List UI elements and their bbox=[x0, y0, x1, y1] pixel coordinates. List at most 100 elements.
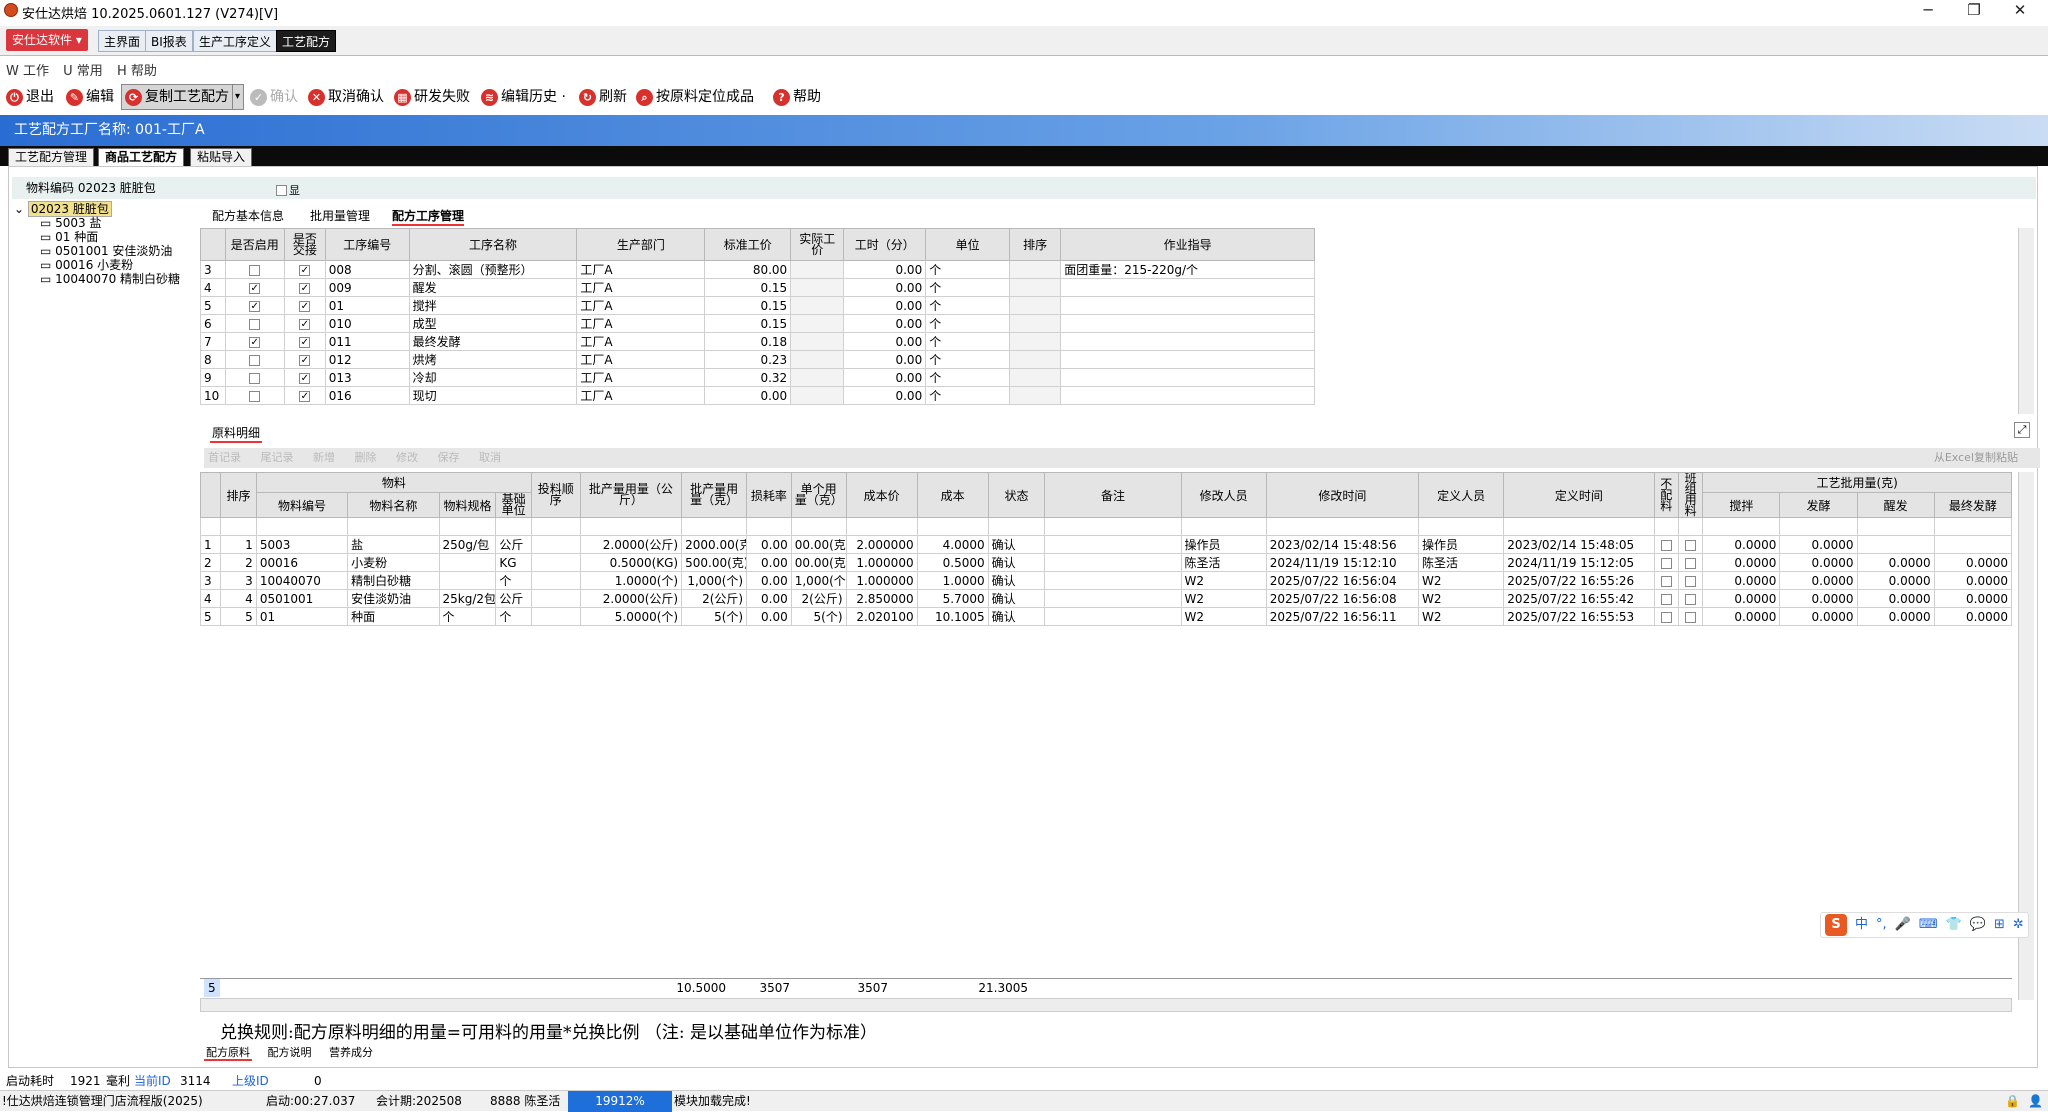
cell-name[interactable]: 小麦粉 bbox=[347, 553, 440, 572]
tree-root[interactable]: ⌄ 02023 脏脏包 bbox=[14, 201, 200, 217]
cell-kg[interactable]: 1.0000(个) bbox=[579, 571, 683, 590]
cell-spec[interactable] bbox=[438, 571, 497, 590]
cell-c1[interactable]: 0.0000 bbox=[1702, 553, 1781, 572]
col-loss-rate[interactable]: 损耗率 bbox=[746, 472, 792, 518]
cell-time[interactable]: 0.00 bbox=[843, 278, 927, 297]
cell-c3[interactable]: 0.0000 bbox=[1856, 589, 1935, 608]
cell-dept[interactable]: 工厂A bbox=[576, 314, 706, 333]
checkbox[interactable] bbox=[249, 390, 261, 402]
last-record-button[interactable]: 尾记录 bbox=[261, 451, 294, 464]
table-row[interactable]: 7 ✓ ✓ 011 最终发酵 工厂A 0.18 0.00 个 bbox=[200, 332, 1315, 351]
cell-cost[interactable]: 5.7000 bbox=[916, 589, 989, 608]
checkbox[interactable] bbox=[1685, 575, 1697, 587]
checkbox[interactable] bbox=[249, 354, 261, 366]
excel-paste-button[interactable]: 从Excel复制粘贴 bbox=[1934, 448, 2018, 468]
cell-single[interactable]: 1,000(个) bbox=[790, 571, 847, 590]
cell-c1[interactable]: 0.0000 bbox=[1702, 607, 1781, 626]
cell-std[interactable]: 0.18 bbox=[704, 332, 792, 351]
cell-handover[interactable]: ✓ bbox=[283, 296, 326, 315]
cell-idx[interactable]: 5 bbox=[200, 607, 222, 626]
cell-act[interactable] bbox=[790, 278, 845, 297]
tree-item[interactable]: ▭ 00016 小麦粉 bbox=[14, 258, 200, 272]
cell-c3[interactable] bbox=[1856, 535, 1935, 554]
cell-unit[interactable]: 个 bbox=[925, 260, 1011, 279]
cell-name[interactable]: 现切 bbox=[408, 386, 578, 405]
cell-sort[interactable] bbox=[1009, 350, 1062, 369]
checkbox[interactable] bbox=[1685, 557, 1697, 569]
col-modify-time[interactable]: 修改时间 bbox=[1265, 472, 1420, 518]
cell-code[interactable]: 009 bbox=[324, 278, 410, 297]
col-define-time[interactable]: 定义时间 bbox=[1503, 472, 1655, 518]
cell-name[interactable]: 种面 bbox=[347, 607, 440, 626]
cell-sort[interactable]: 5 bbox=[220, 607, 257, 626]
cell-spec[interactable] bbox=[438, 553, 497, 572]
delete-button[interactable]: 删除 bbox=[355, 451, 377, 464]
col-single-usage[interactable]: 单个用量（克） bbox=[790, 472, 847, 518]
filter-row[interactable] bbox=[200, 517, 2012, 536]
col-std-price[interactable]: 标准工价 bbox=[704, 228, 792, 261]
cell-time[interactable]: 0.00 bbox=[843, 314, 927, 333]
cell-idx[interactable]: 3 bbox=[200, 260, 226, 279]
cell-unit[interactable]: 个 bbox=[495, 607, 532, 626]
col-dept[interactable]: 生产部门 bbox=[576, 228, 706, 261]
col-material-name[interactable]: 物料名称 bbox=[347, 492, 440, 518]
table-row[interactable]: 4 ✓ ✓ 009 醒发 工厂A 0.15 0.00 个 bbox=[200, 278, 1315, 297]
cell-kg[interactable]: 2.0000(公斤) bbox=[579, 535, 683, 554]
cell-note[interactable] bbox=[1044, 607, 1182, 626]
cell-sort[interactable] bbox=[1009, 332, 1062, 351]
tree-item[interactable]: ▭ 0501001 安佳淡奶油 bbox=[14, 244, 200, 258]
col-team-material[interactable]: 班组用料 bbox=[1677, 472, 1704, 518]
cell-cost[interactable]: 4.0000 bbox=[916, 535, 989, 554]
help-button[interactable]: ? 帮助 bbox=[773, 84, 821, 110]
cell-tm[interactable] bbox=[1677, 589, 1704, 608]
cell-enabled[interactable] bbox=[224, 368, 285, 387]
cell-cost[interactable]: 10.1005 bbox=[916, 607, 989, 626]
cell-c2[interactable]: 0.0000 bbox=[1779, 571, 1858, 590]
checkbox[interactable]: ✓ bbox=[299, 372, 311, 384]
col-feed-order[interactable]: 投料顺序 bbox=[530, 472, 581, 518]
cell-handover[interactable]: ✓ bbox=[283, 386, 326, 405]
cell-enabled[interactable] bbox=[224, 386, 285, 405]
cell-idx[interactable]: 2 bbox=[200, 553, 222, 572]
cell-unit[interactable]: 个 bbox=[495, 571, 532, 590]
col-actual-price[interactable]: 实际工价 bbox=[790, 228, 845, 261]
cell-name[interactable]: 醒发 bbox=[408, 278, 578, 297]
menu-work[interactable]: W 工作 bbox=[6, 64, 49, 79]
cell-act[interactable] bbox=[790, 332, 845, 351]
tab-paste-import[interactable]: 粘贴导入 bbox=[190, 148, 253, 166]
cell-dept[interactable]: 工厂A bbox=[576, 278, 706, 297]
tab-recipe-process[interactable]: 配方工序管理 bbox=[392, 207, 465, 226]
col-base-unit[interactable]: 基础单位 bbox=[495, 492, 532, 518]
brand-menu-button[interactable]: 安仕达软件 ▾ bbox=[6, 29, 88, 51]
cell-enabled[interactable] bbox=[224, 260, 285, 279]
col-note[interactable]: 备注 bbox=[1044, 472, 1182, 518]
cell-handover[interactable]: ✓ bbox=[283, 314, 326, 333]
cell-price[interactable]: 2.000000 bbox=[845, 535, 918, 554]
cell-sort[interactable]: 3 bbox=[220, 571, 257, 590]
cell-handover[interactable]: ✓ bbox=[283, 368, 326, 387]
cell-idx[interactable]: 5 bbox=[200, 296, 226, 315]
cell-code[interactable]: 012 bbox=[324, 350, 410, 369]
cell-single[interactable]: 2(公斤) bbox=[790, 589, 847, 608]
cell-mtime[interactable]: 2024/11/19 15:12:10 bbox=[1265, 553, 1420, 572]
cell-modifier[interactable]: W2 bbox=[1180, 571, 1267, 590]
checkbox[interactable]: ✓ bbox=[249, 300, 261, 312]
modify-button[interactable]: 修改 bbox=[396, 451, 418, 464]
cell-guide[interactable] bbox=[1060, 296, 1315, 315]
cell-c1[interactable]: 0.0000 bbox=[1702, 535, 1781, 554]
cell-dept[interactable]: 工厂A bbox=[576, 332, 706, 351]
cell-handover[interactable]: ✓ bbox=[283, 332, 326, 351]
cell-nb[interactable] bbox=[1653, 571, 1679, 590]
cell-idx[interactable]: 10 bbox=[200, 386, 226, 405]
cell-name[interactable]: 精制白砂糖 bbox=[347, 571, 440, 590]
cell-loss[interactable]: 0.00 bbox=[746, 535, 792, 554]
checkbox[interactable]: ✓ bbox=[299, 282, 311, 294]
cell-tm[interactable] bbox=[1677, 553, 1704, 572]
col-batch-g[interactable]: 批产量用量（克） bbox=[681, 472, 748, 518]
cell-tm[interactable] bbox=[1677, 571, 1704, 590]
cell-order[interactable] bbox=[530, 553, 581, 572]
tab-bi-report[interactable]: BI报表 bbox=[145, 30, 193, 52]
checkbox[interactable] bbox=[1660, 557, 1672, 569]
cell-nb[interactable] bbox=[1653, 553, 1679, 572]
checkbox[interactable]: ✓ bbox=[249, 336, 261, 348]
